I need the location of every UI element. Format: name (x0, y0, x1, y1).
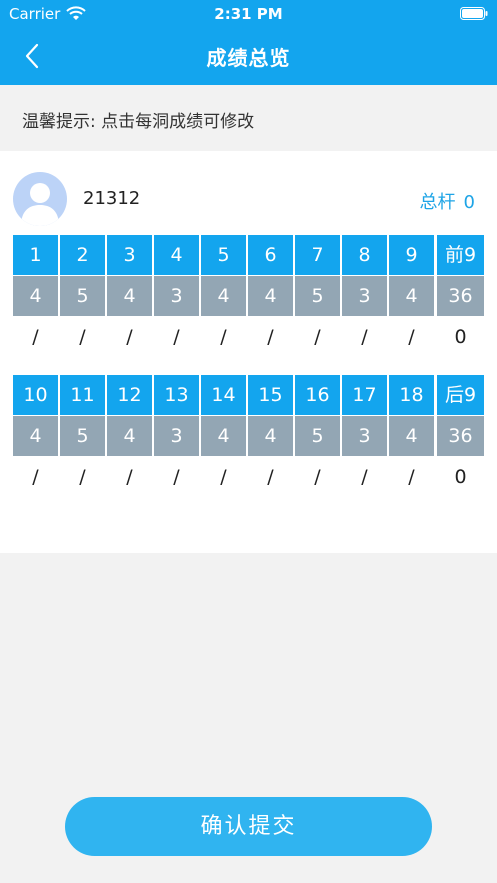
score-cell[interactable]: / (13, 317, 58, 357)
par-row: 4 5 4 3 4 4 5 3 4 36 (13, 416, 484, 457)
avatar-person-icon (21, 183, 59, 226)
score-cell[interactable]: / (201, 317, 246, 357)
player-name: 21312 (83, 188, 141, 209)
par-cell: 3 (342, 416, 387, 456)
hole-cell: 5 (201, 235, 246, 275)
front-nine-label: 前9 (437, 235, 484, 275)
score-cell[interactable]: / (248, 317, 293, 357)
hole-cell: 10 (13, 375, 58, 415)
score-cell[interactable]: / (295, 457, 340, 497)
score-cell[interactable]: / (60, 317, 105, 357)
par-row: 4 5 4 3 4 4 5 3 4 36 (13, 276, 484, 317)
tip-text: 温馨提示: 点击每洞成绩可修改 (22, 112, 255, 132)
par-cell: 4 (248, 416, 293, 456)
hole-cell: 16 (295, 375, 340, 415)
hole-cell: 15 (248, 375, 293, 415)
hole-cell: 8 (342, 235, 387, 275)
par-cell: 5 (60, 276, 105, 316)
par-cell: 4 (389, 416, 434, 456)
page-title: 成绩总览 (206, 46, 291, 70)
par-cell: 4 (201, 416, 246, 456)
score-row: / / / / / / / / / 0 (13, 317, 484, 358)
par-cell: 5 (295, 276, 340, 316)
hole-number-row: 10 11 12 13 14 15 16 17 18 后9 (13, 375, 484, 416)
par-total-front: 36 (437, 276, 484, 316)
score-cell[interactable]: / (154, 457, 199, 497)
tip-banner: 温馨提示: 点击每洞成绩可修改 (0, 85, 497, 151)
hole-cell: 4 (154, 235, 199, 275)
score-cell[interactable]: / (201, 457, 246, 497)
par-cell: 4 (248, 276, 293, 316)
app-header: Carrier 2:31 PM 成绩总览 (0, 0, 497, 85)
front-nine-grid: 1 2 3 4 5 6 7 8 9 前9 4 5 4 3 4 4 5 3 4 3… (13, 235, 484, 358)
score-total-front: 0 (454, 326, 467, 348)
hole-cell: 12 (107, 375, 152, 415)
score-cell[interactable]: / (342, 457, 387, 497)
par-cell: 4 (107, 416, 152, 456)
score-cell[interactable]: / (342, 317, 387, 357)
status-time: 2:31 PM (214, 5, 283, 23)
par-cell: 5 (295, 416, 340, 456)
score-cell[interactable]: / (295, 317, 340, 357)
total-strokes: 总杆 0 (420, 188, 475, 214)
par-cell: 5 (60, 416, 105, 456)
avatar (13, 172, 67, 226)
submit-button[interactable]: 确认提交 (65, 797, 432, 856)
score-cell[interactable]: / (107, 317, 152, 357)
score-cell[interactable]: / (389, 457, 434, 497)
par-cell: 4 (389, 276, 434, 316)
hole-cell: 3 (107, 235, 152, 275)
hole-cell: 7 (295, 235, 340, 275)
nav-bar: 成绩总览 (0, 28, 497, 85)
score-total-back: 0 (454, 466, 467, 488)
hole-cell: 2 (60, 235, 105, 275)
par-cell: 3 (154, 416, 199, 456)
back-nine-label: 后9 (437, 375, 484, 415)
score-cell[interactable]: / (248, 457, 293, 497)
hole-cell: 11 (60, 375, 105, 415)
scorecard: 21312 总杆 0 1 2 3 4 5 6 7 8 9 前9 4 5 4 3 4… (0, 151, 497, 553)
score-cell[interactable]: / (154, 317, 199, 357)
hole-cell: 18 (389, 375, 434, 415)
back-nine-grid: 10 11 12 13 14 15 16 17 18 后9 4 5 4 3 4 … (13, 375, 484, 498)
par-total-back: 36 (437, 416, 484, 456)
hole-cell: 14 (201, 375, 246, 415)
battery-icon (460, 7, 488, 20)
par-cell: 3 (154, 276, 199, 316)
hole-number-row: 1 2 3 4 5 6 7 8 9 前9 (13, 235, 484, 276)
hole-cell: 1 (13, 235, 58, 275)
status-bar: Carrier 2:31 PM (0, 0, 497, 28)
par-cell: 4 (107, 276, 152, 316)
par-cell: 4 (13, 416, 58, 456)
par-cell: 4 (13, 276, 58, 316)
par-cell: 4 (201, 276, 246, 316)
par-cell: 3 (342, 276, 387, 316)
score-cell[interactable]: / (389, 317, 434, 357)
score-row: / / / / / / / / / 0 (13, 457, 484, 498)
score-cell[interactable]: / (60, 457, 105, 497)
hole-cell: 9 (389, 235, 434, 275)
score-cell[interactable]: / (107, 457, 152, 497)
hole-cell: 17 (342, 375, 387, 415)
hole-cell: 6 (248, 235, 293, 275)
total-label: 总杆 (419, 192, 456, 213)
score-cell[interactable]: / (13, 457, 58, 497)
hole-cell: 13 (154, 375, 199, 415)
total-value: 0 (463, 192, 475, 213)
